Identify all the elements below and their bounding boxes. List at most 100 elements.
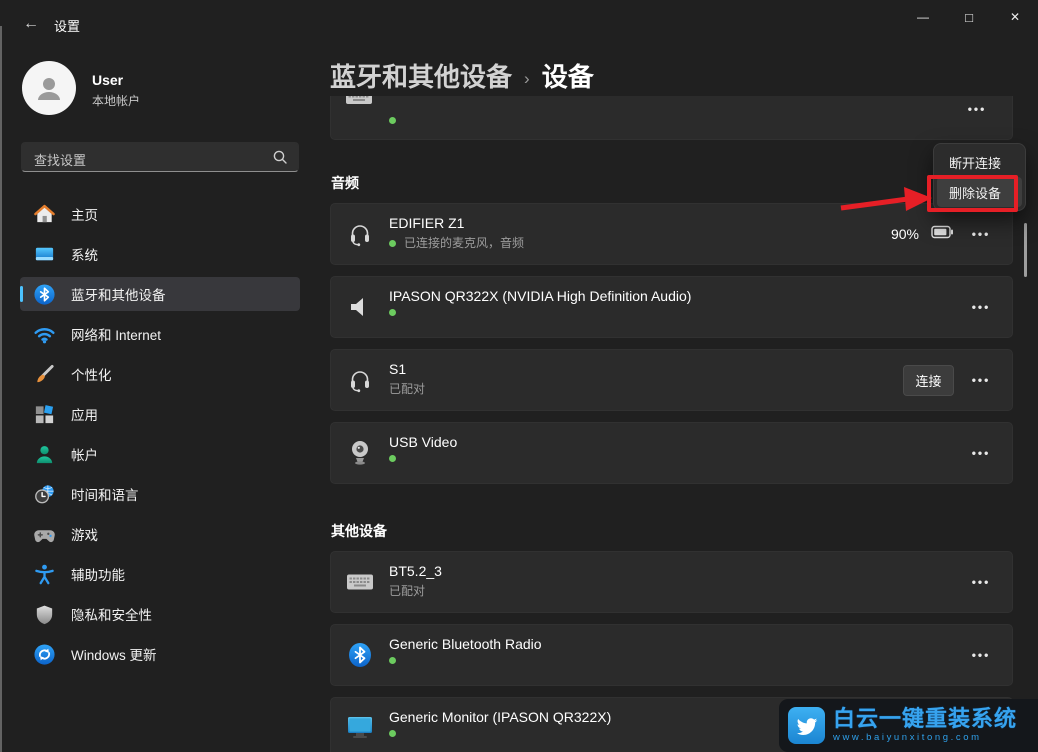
sidebar-item-label: 系统 xyxy=(71,244,98,264)
home-icon xyxy=(32,202,56,226)
status-dot xyxy=(389,117,396,124)
apps-icon xyxy=(32,402,56,426)
breadcrumb-parent[interactable]: 蓝牙和其他设备 xyxy=(330,57,512,94)
device-status: 已连接的麦克风，音频 xyxy=(404,236,524,250)
window-controls: — □ ✕ xyxy=(900,0,1038,34)
sidebar-item-label: 辅助功能 xyxy=(71,564,125,584)
back-arrow-icon: ← xyxy=(23,15,39,33)
sidebar-item-label: 隐私和安全性 xyxy=(71,604,152,624)
status-dot xyxy=(389,455,396,462)
watermark-title: 白云一键重装系统 xyxy=(833,708,1017,730)
page-title: 设备 xyxy=(542,57,594,94)
device-name: Generic Bluetooth Radio xyxy=(389,635,542,653)
annotation-highlight-box xyxy=(927,175,1018,212)
device-name: USB Video xyxy=(389,433,457,451)
sidebar-item-bluetooth-devices[interactable]: 蓝牙和其他设备 xyxy=(20,277,300,311)
user-name[interactable]: User xyxy=(92,72,123,88)
device-name: Generic Monitor (IPASON QR322X) xyxy=(389,708,611,726)
watermark-bird-icon xyxy=(788,707,825,744)
headset-icon xyxy=(345,365,375,395)
monitor-icon xyxy=(345,713,375,743)
section-title-other-devices: 其他设备 xyxy=(331,521,387,541)
chevron-right-icon: › xyxy=(524,69,530,89)
personalization-icon xyxy=(32,362,56,386)
sidebar-item-personalization[interactable]: 个性化 xyxy=(20,357,300,391)
device-row-usb-video[interactable]: USB Video ••• xyxy=(330,422,1013,484)
minimize-icon: — xyxy=(917,10,929,24)
device-row-bt523[interactable]: BT5.2_3 已配对 ••• xyxy=(330,551,1013,613)
device-row-bluetooth-radio[interactable]: Generic Bluetooth Radio ••• xyxy=(330,624,1013,686)
annotation-arrow xyxy=(836,184,936,214)
sidebar-item-label: 应用 xyxy=(71,404,98,424)
menu-item-disconnect[interactable]: 断开连接 xyxy=(937,147,1022,177)
device-name: IPASON QR322X (NVIDIA High Definition Au… xyxy=(389,287,691,305)
user-account-type: 本地帐户 xyxy=(92,92,140,109)
system-icon xyxy=(32,242,56,266)
sidebar: User 本地帐户 查找设置 主页 系统 蓝牙和其他设备 xyxy=(0,48,330,752)
sidebar-item-network[interactable]: 网络和 Internet xyxy=(20,317,300,351)
device-row-ipason-audio[interactable]: IPASON QR322X (NVIDIA High Definition Au… xyxy=(330,276,1013,338)
more-options-button[interactable]: ••• xyxy=(966,644,996,666)
close-button[interactable]: ✕ xyxy=(992,0,1038,34)
sidebar-item-system[interactable]: 系统 xyxy=(20,237,300,271)
close-icon: ✕ xyxy=(1010,10,1020,24)
sidebar-item-label: 时间和语言 xyxy=(71,484,139,504)
sidebar-item-time-language[interactable]: 时间和语言 xyxy=(20,477,300,511)
network-icon xyxy=(32,322,56,346)
speaker-icon xyxy=(345,292,375,322)
more-options-button[interactable]: ••• xyxy=(966,571,996,593)
bluetooth-radio-icon xyxy=(345,640,375,670)
breadcrumb: 蓝牙和其他设备 › 设备 xyxy=(330,57,594,94)
device-name: S1 xyxy=(389,360,425,378)
more-options-button[interactable]: ••• xyxy=(962,98,992,120)
headset-icon xyxy=(345,219,375,249)
device-row-s1[interactable]: S1 已配对 连接 ••• xyxy=(330,349,1013,411)
time-language-icon xyxy=(32,482,56,506)
minimize-button[interactable]: — xyxy=(900,0,946,34)
status-dot xyxy=(389,309,396,316)
sidebar-item-privacy[interactable]: 隐私和安全性 xyxy=(20,597,300,631)
more-options-button[interactable]: ••• xyxy=(966,442,996,464)
status-dot xyxy=(389,730,396,737)
sidebar-item-accessibility[interactable]: 辅助功能 xyxy=(20,557,300,591)
sidebar-item-label: 网络和 Internet xyxy=(71,324,161,344)
sidebar-item-label: 主页 xyxy=(71,204,98,224)
device-status: 已配对 xyxy=(389,584,425,598)
watermark: 白云一键重装系统 www.baiyunxitong.com xyxy=(779,699,1038,752)
maximize-icon: □ xyxy=(965,10,973,25)
search-input[interactable]: 查找设置 xyxy=(21,142,299,172)
keyboard-icon xyxy=(345,567,375,597)
accessibility-icon xyxy=(32,562,56,586)
windows-update-icon xyxy=(32,642,56,666)
device-name: EDIFIER Z1 xyxy=(389,214,524,232)
more-options-button[interactable]: ••• xyxy=(966,223,996,245)
sidebar-item-label: 帐户 xyxy=(71,444,98,464)
connect-button[interactable]: 连接 xyxy=(903,365,954,396)
sidebar-item-label: 游戏 xyxy=(71,524,98,544)
avatar[interactable] xyxy=(22,61,76,115)
battery-percentage: 90% xyxy=(891,226,919,242)
device-status: 已配对 xyxy=(389,382,425,396)
sidebar-item-label: 个性化 xyxy=(71,364,112,384)
user-icon xyxy=(33,72,65,104)
privacy-shield-icon xyxy=(32,602,56,626)
accounts-icon xyxy=(32,442,56,466)
scrollbar-thumb[interactable] xyxy=(1024,223,1027,277)
more-options-button[interactable]: ••• xyxy=(966,296,996,318)
maximize-button[interactable]: □ xyxy=(946,0,992,34)
sidebar-item-apps[interactable]: 应用 xyxy=(20,397,300,431)
section-title-audio: 音频 xyxy=(331,173,359,193)
device-row-partial[interactable]: ••• xyxy=(330,96,1013,140)
watermark-url: www.baiyunxitong.com xyxy=(833,732,1017,743)
sidebar-item-accounts[interactable]: 帐户 xyxy=(20,437,300,471)
more-options-button[interactable]: ••• xyxy=(966,369,996,391)
gaming-icon xyxy=(32,522,56,546)
device-name: BT5.2_3 xyxy=(389,562,442,580)
app-title: 设置 xyxy=(54,16,80,35)
status-dot xyxy=(389,657,396,664)
sidebar-item-home[interactable]: 主页 xyxy=(20,197,300,231)
sidebar-item-label: 蓝牙和其他设备 xyxy=(71,284,166,304)
back-button[interactable]: ← xyxy=(16,11,46,37)
sidebar-item-gaming[interactable]: 游戏 xyxy=(20,517,300,551)
sidebar-item-windows-update[interactable]: Windows 更新 xyxy=(20,637,300,671)
